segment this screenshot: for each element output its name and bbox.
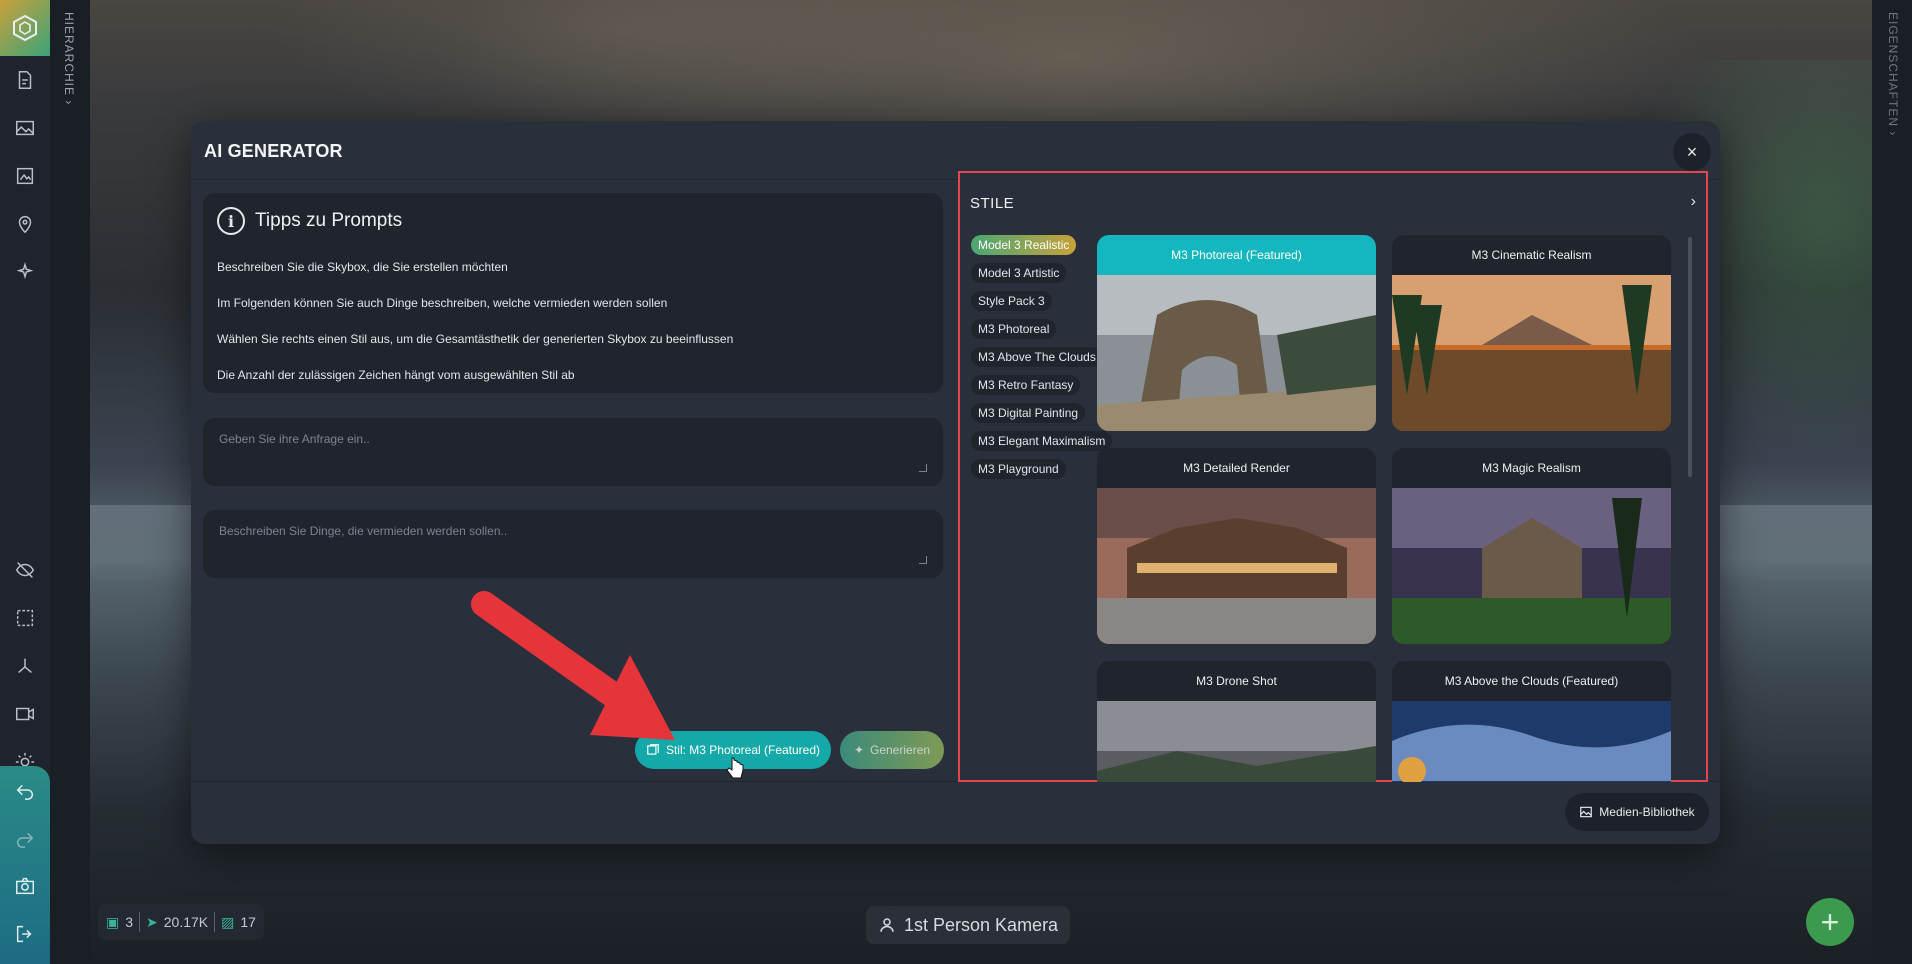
logout-icon[interactable]	[0, 910, 50, 958]
category-style-pack-3[interactable]: Style Pack 3	[971, 291, 1052, 311]
category-m3-above-the-clouds[interactable]: M3 Above The Clouds	[971, 347, 1103, 367]
card-title: M3 Detailed Render	[1183, 461, 1290, 475]
tips-header: i Tipps zu Prompts	[217, 207, 402, 235]
camera-mode-button[interactable]: 1st Person Kamera	[866, 906, 1071, 944]
info-icon: i	[217, 207, 245, 235]
hierarchy-label: HIERARCHIE ›	[62, 12, 76, 106]
styles-title: STILE	[970, 195, 1015, 212]
ai-generator-modal: AI GENERATOR × i Tipps zu Prompts Beschr…	[191, 121, 1720, 844]
category-model-3-realistic[interactable]: Model 3 Realistic	[971, 235, 1077, 255]
style-button[interactable]: Stil: M3 Photoreal (Featured)	[635, 731, 831, 769]
hexagon-logo-icon	[13, 14, 37, 42]
category-m3-photoreal[interactable]: M3 Photoreal	[971, 319, 1057, 339]
style-card-m3-cinematic-realism[interactable]: M3 Cinematic Realism	[1392, 235, 1671, 431]
card-title: M3 Drone Shot	[1196, 674, 1277, 688]
tip-line: Im Folgenden können Sie auch Dinge besch…	[217, 296, 668, 310]
prompt-input[interactable]	[203, 418, 943, 486]
resize-grip-icon[interactable]	[919, 464, 927, 472]
files-icon[interactable]	[0, 56, 50, 104]
tip-line: Wählen Sie rechts einen Stil aus, um die…	[217, 332, 734, 346]
card-title: M3 Magic Realism	[1482, 461, 1581, 475]
card-title: M3 Photoreal (Featured)	[1097, 235, 1376, 275]
stat-textures: 17	[240, 914, 256, 930]
separator	[139, 912, 141, 932]
card-image	[1392, 488, 1671, 644]
chevron-right-icon[interactable]: ›	[1691, 193, 1696, 211]
gallery-icon[interactable]	[0, 152, 50, 200]
map-pin-plus-icon[interactable]	[0, 200, 50, 248]
media-library-label: Medien-Bibliothek	[1599, 805, 1695, 819]
card-image	[1097, 701, 1376, 782]
properties-panel-toggle[interactable]: EIGENSCHAFTEN ›	[1872, 0, 1912, 964]
properties-label: EIGENSCHAFTEN ›	[1886, 12, 1900, 137]
card-image	[1097, 488, 1376, 644]
sparkle-icon: ✦	[853, 743, 864, 757]
hierarchy-panel-toggle[interactable]: HIERARCHIE ›	[50, 0, 90, 964]
prompt-tips-card: i Tipps zu Prompts Beschreiben Sie die S…	[203, 193, 943, 393]
prompt-field	[203, 418, 943, 486]
category-m3-digital-painting[interactable]: M3 Digital Painting	[971, 403, 1086, 423]
stat-objects: 3	[125, 914, 134, 930]
person-icon	[880, 918, 894, 932]
generate-button-label: Generieren	[870, 743, 931, 757]
style-card-m3-drone-shot[interactable]: M3 Drone Shot	[1097, 661, 1376, 782]
category-m3-playground[interactable]: M3 Playground	[971, 459, 1066, 479]
separator	[214, 912, 216, 932]
modal-title: AI GENERATOR	[204, 141, 343, 161]
redo-icon[interactable]	[0, 814, 50, 862]
resize-grip-icon[interactable]	[919, 556, 927, 564]
style-card-m3-detailed-render[interactable]: M3 Detailed Render	[1097, 448, 1376, 644]
transform-icon[interactable]	[0, 642, 50, 690]
toolbar-bottom-group	[0, 766, 50, 964]
card-image	[1097, 275, 1376, 431]
category-model-3-artistic[interactable]: Model 3 Artistic	[971, 263, 1067, 283]
card-title: M3 Cinematic Realism	[1471, 248, 1592, 262]
card-image	[1392, 275, 1671, 431]
category-m3-retro-fantasy[interactable]: M3 Retro Fantasy	[971, 375, 1081, 395]
negative-prompt-input[interactable]	[203, 510, 943, 578]
select-region-icon[interactable]	[0, 594, 50, 642]
add-button[interactable]: +	[1806, 898, 1854, 946]
tip-line: Beschreiben Sie die Skybox, die Sie erst…	[217, 260, 508, 274]
image-icon[interactable]	[0, 104, 50, 152]
plus-icon: +	[1820, 903, 1840, 940]
gallery-icon	[647, 744, 659, 755]
tips-title: Tipps zu Prompts	[255, 210, 403, 231]
category-m3-elegant-maximalism[interactable]: M3 Elegant Maximalism	[971, 431, 1113, 451]
style-cards-grid: M3 Photoreal (Featured) M3 Cinematic Rea…	[1097, 235, 1697, 782]
generate-button[interactable]: ✦ Generieren	[840, 731, 944, 769]
negative-prompt-field	[203, 510, 943, 578]
card-image	[1392, 701, 1671, 782]
styles-panel: STILE › Model 3 Realistic Model 3 Artist…	[958, 171, 1708, 782]
camera-icon[interactable]	[0, 862, 50, 910]
sparkle-icon[interactable]	[0, 248, 50, 296]
app-logo[interactable]	[0, 0, 50, 56]
style-card-m3-photoreal[interactable]: M3 Photoreal (Featured)	[1097, 235, 1376, 431]
tip-line: Die Anzahl der zulässigen Zeichen hängt …	[217, 368, 575, 382]
scene-stats: ▣ 3 ➤ 20.17K ▨ 17	[98, 904, 264, 940]
image-icon	[1580, 806, 1593, 818]
layers-icon: ▣	[106, 913, 120, 930]
card-title: M3 Above the Clouds (Featured)	[1444, 674, 1619, 688]
style-card-m3-above-the-clouds[interactable]: M3 Above the Clouds (Featured)	[1392, 661, 1671, 782]
video-icon[interactable]	[0, 690, 50, 738]
close-button[interactable]: ×	[1673, 133, 1711, 171]
stat-polygons: 20.17K	[163, 914, 209, 930]
styles-scrollbar[interactable]	[1688, 237, 1692, 477]
texture-icon: ▨	[221, 913, 235, 930]
hide-icon[interactable]	[0, 546, 50, 594]
undo-icon[interactable]	[0, 766, 50, 814]
style-button-label: Stil: M3 Photoreal (Featured)	[665, 743, 821, 757]
style-card-m3-magic-realism[interactable]: M3 Magic Realism	[1392, 448, 1671, 644]
media-library-button[interactable]: Medien-Bibliothek	[1565, 793, 1709, 831]
send-icon: ➤	[146, 913, 158, 930]
camera-mode-label: 1st Person Kamera	[904, 914, 1059, 935]
left-toolbar	[0, 0, 50, 964]
